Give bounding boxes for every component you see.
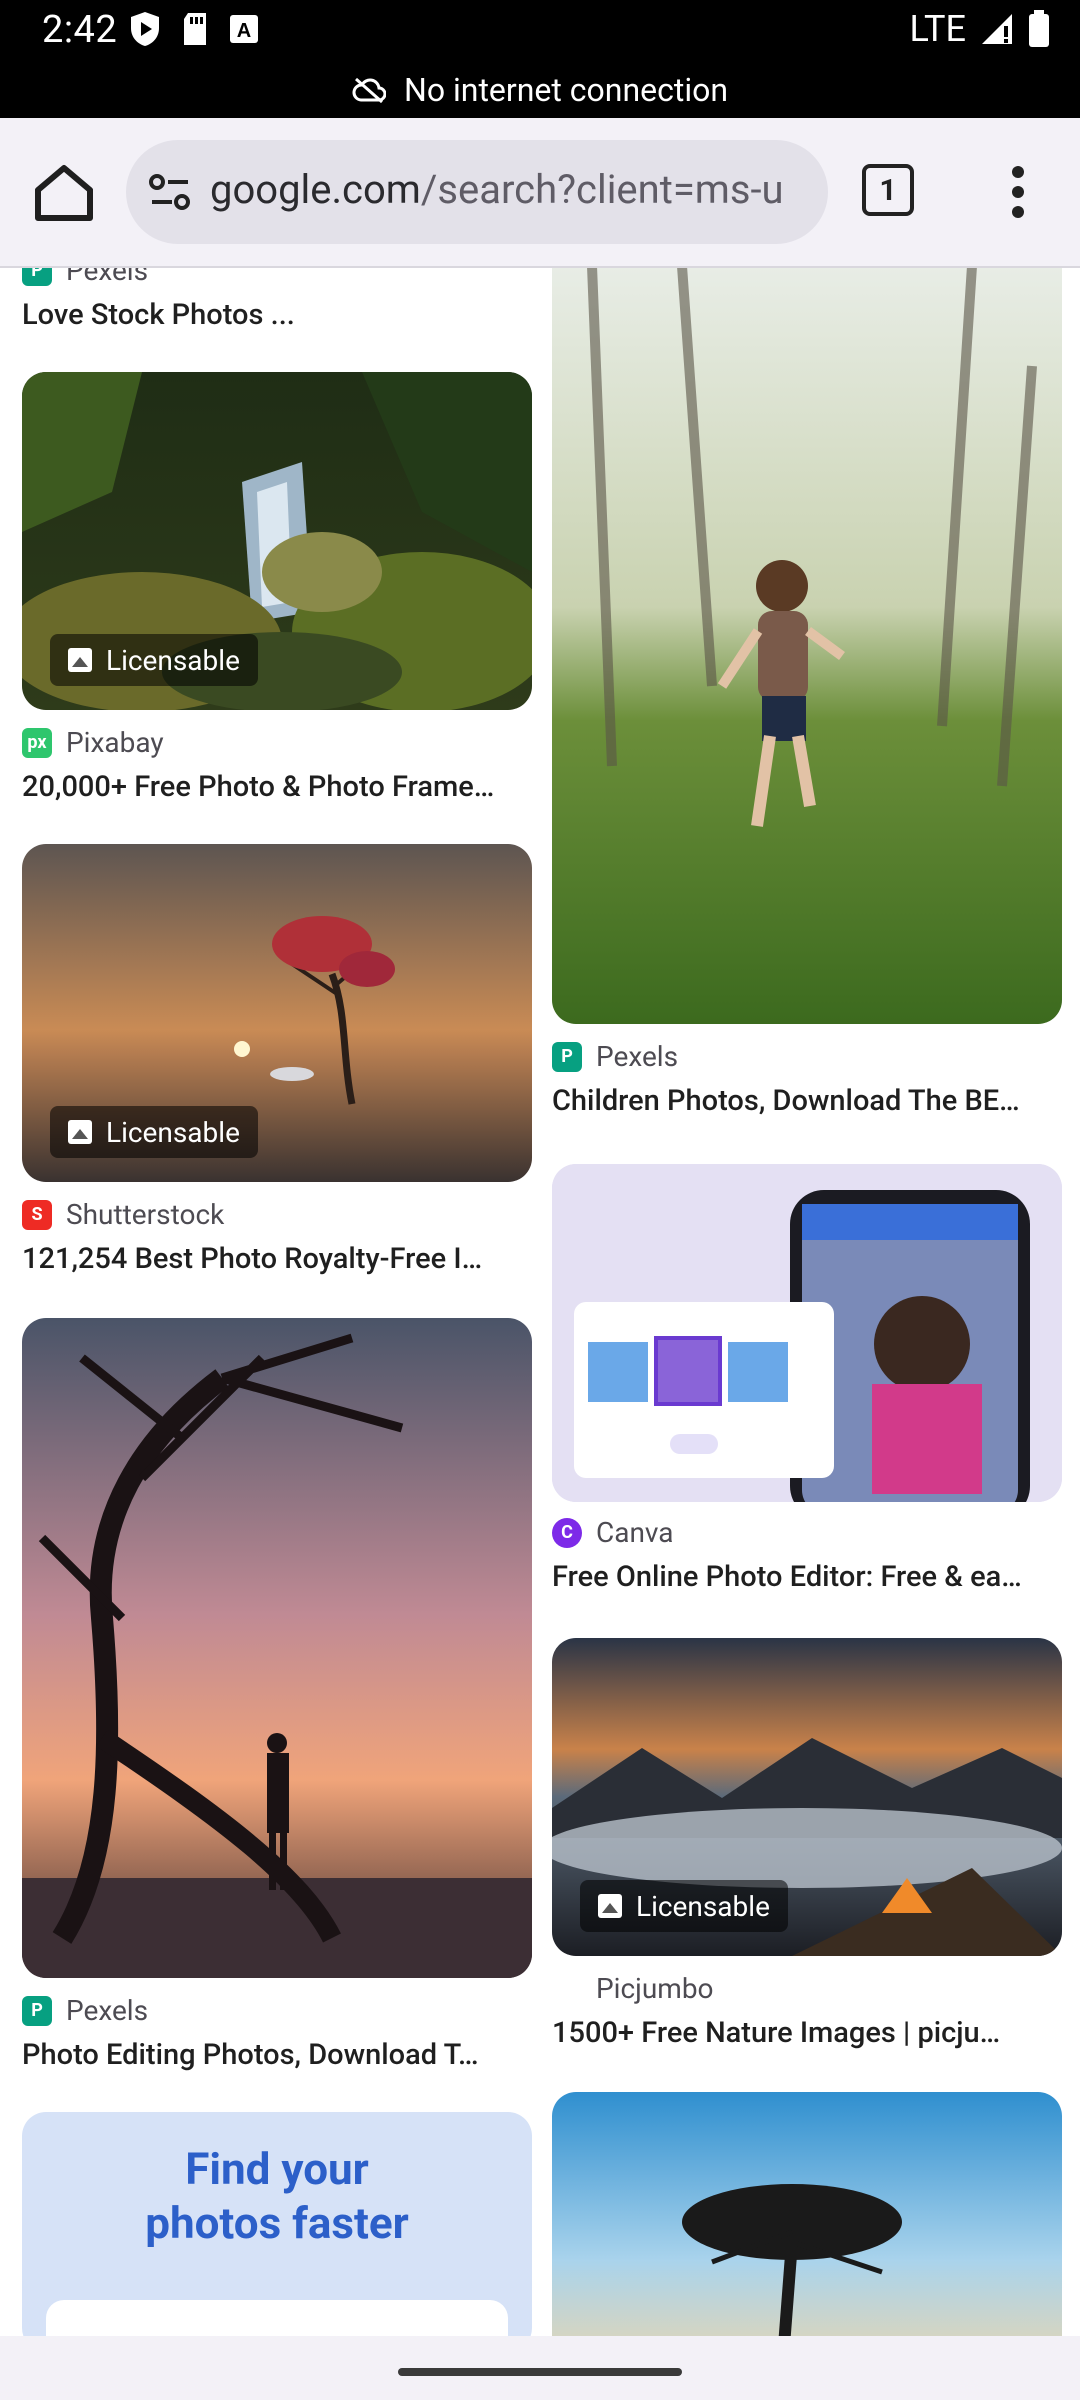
result-image-mountain-tent[interactable]: Licensable (552, 1638, 1062, 1956)
gesture-nav-bar (0, 2336, 1080, 2400)
shield-play-icon (131, 12, 159, 46)
signal-icon (982, 14, 1012, 44)
result-source: px Pixabay (22, 726, 164, 759)
image-icon (68, 1120, 92, 1144)
tree-silhouette-image (22, 1318, 532, 1978)
result-image-sunset-tree[interactable]: Licensable (22, 844, 532, 1182)
lone-tree-image (552, 2092, 1062, 2336)
offline-text: No internet connection (403, 71, 729, 109)
result-title[interactable]: 121,254 Best Photo Royalty-Free I… (22, 1242, 532, 1276)
url-text[interactable]: google.com/search?client=ms-u (210, 166, 784, 213)
promo-preview (46, 2300, 508, 2336)
licensable-badge: Licensable (50, 634, 258, 686)
result-title[interactable]: 20,000+ Free Photo & Photo Frame… (22, 770, 532, 804)
pexels-favicon: P (22, 1995, 52, 2026)
licensable-badge: Licensable (580, 1880, 788, 1932)
network-type: LTE (909, 8, 967, 50)
shutterstock-favicon: S (22, 1199, 52, 1230)
pexels-favicon: P (552, 1041, 582, 1072)
result-image-waterfall[interactable]: Licensable (22, 372, 532, 710)
address-bar[interactable]: google.com/search?client=ms-u (126, 140, 828, 244)
result-image-tree-silhouette[interactable] (22, 1318, 532, 1978)
result-source: P Pexels (22, 1994, 148, 2027)
canva-favicon: C (552, 1517, 582, 1548)
pexels-favicon: P (22, 268, 52, 286)
pixabay-favicon: px (22, 727, 52, 758)
result-title[interactable]: Love Stock Photos ... (22, 298, 532, 332)
promo-card[interactable]: Find your photos faster (22, 2112, 532, 2336)
result-source: P Pexels (552, 1040, 678, 1073)
result-source: P Pexels (22, 268, 148, 287)
licensable-badge: Licensable (50, 1106, 258, 1158)
offline-banner: No internet connection (0, 62, 1080, 118)
url-path: /search?client=ms-u (420, 166, 784, 213)
result-title[interactable]: Photo Editing Photos, Download T… (22, 2038, 532, 2072)
result-image-lone-tree[interactable] (552, 2092, 1062, 2336)
keyboard-a-icon: A (230, 15, 258, 43)
result-source: S Shutterstock (22, 1198, 224, 1231)
tab-switcher-button[interactable]: 1 (862, 164, 916, 218)
status-bar: 2:42 A LTE (0, 0, 1080, 62)
status-time: 2:42 (42, 8, 118, 52)
more-menu-icon[interactable] (1000, 162, 1036, 222)
url-domain: google.com (210, 166, 421, 213)
svg-text:A: A (237, 20, 251, 42)
result-title[interactable]: Free Online Photo Editor: Free & ea… (552, 1560, 1062, 1594)
status-notification-icons: A (128, 10, 260, 48)
cloud-off-icon (352, 77, 386, 103)
result-source: Picjumbo (552, 1972, 714, 2005)
browser-toolbar: google.com/search?client=ms-u 1 (0, 118, 1080, 266)
image-results-grid: P Pexels Love Stock Photos ... Licensabl… (0, 268, 1080, 2336)
promo-text: Find your photos faster (145, 2143, 409, 2249)
image-icon (68, 648, 92, 672)
picjumbo-favicon (552, 1974, 582, 2004)
result-image-child-running[interactable] (552, 268, 1062, 1024)
site-settings-icon[interactable] (146, 168, 194, 216)
status-right-icons: LTE (910, 8, 1051, 50)
child-running-image (552, 268, 1062, 1024)
result-title[interactable]: Children Photos, Download The BE… (552, 1084, 1062, 1118)
sd-card-icon (184, 13, 206, 45)
home-indicator[interactable] (398, 2368, 682, 2376)
canva-editor-image (552, 1164, 1062, 1502)
result-title[interactable]: 1500+ Free Nature Images | picju… (552, 2016, 1062, 2050)
image-icon (598, 1894, 622, 1918)
battery-icon (1029, 10, 1049, 47)
home-icon[interactable] (28, 156, 100, 228)
tab-count: 1 (862, 164, 914, 216)
result-source: C Canva (552, 1516, 674, 1549)
result-image-canva-editor[interactable] (552, 1164, 1062, 1502)
